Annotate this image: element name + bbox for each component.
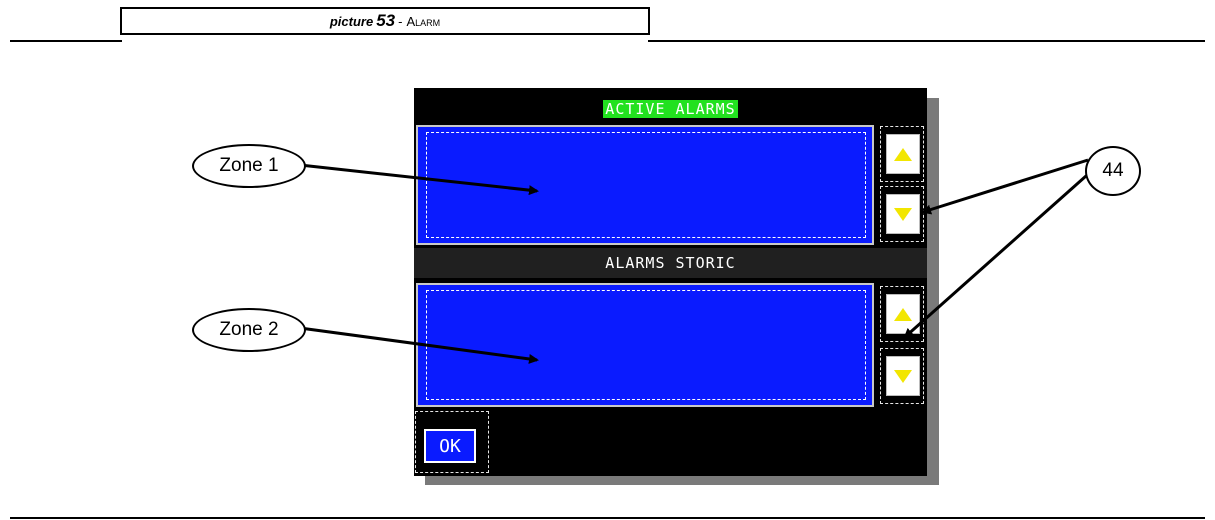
zone2-label: Zone 2 — [219, 319, 279, 340]
ref44-arrow-upper — [921, 158, 1089, 215]
ref44-label: 44 — [1102, 160, 1124, 181]
zone1-label: Zone 1 — [219, 155, 279, 176]
ref44-arrow-lower — [903, 166, 1096, 339]
zone2-callout: Zone 2 — [192, 308, 306, 352]
bottom-rule — [10, 517, 1205, 519]
zone2-arrow — [299, 326, 539, 364]
ref44-callout: 44 — [1085, 146, 1141, 196]
callout-arrows — [299, 158, 1096, 364]
zone1-callout: Zone 1 — [192, 144, 306, 188]
zone1-arrow — [299, 163, 539, 196]
